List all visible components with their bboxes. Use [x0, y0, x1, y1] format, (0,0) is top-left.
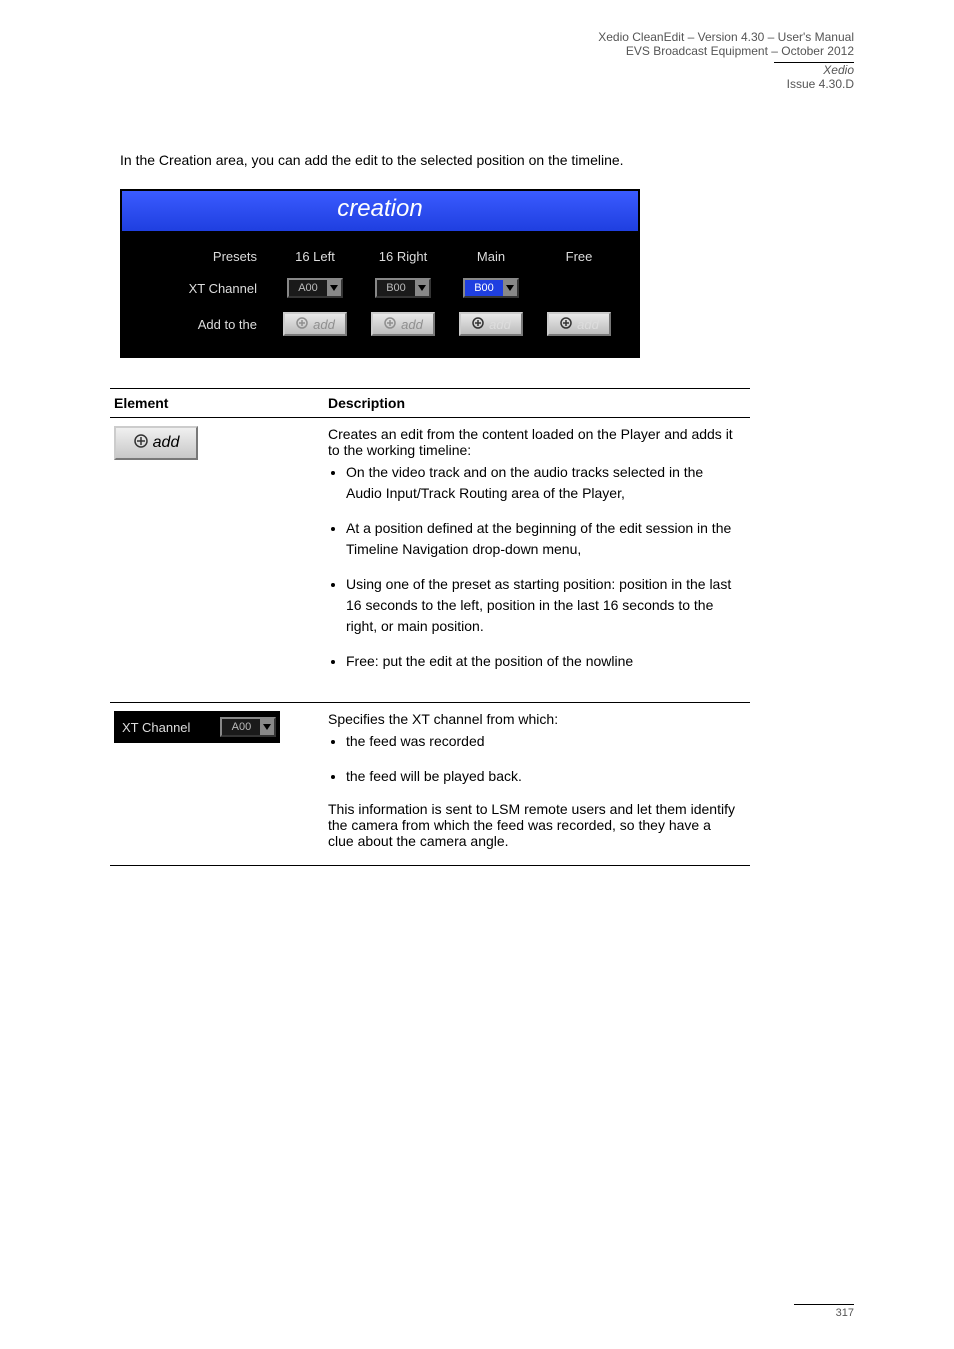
row-label-addto: Add to the [132, 317, 267, 332]
header-line1: Xedio CleanEdit – Version 4.30 – User's … [598, 30, 854, 44]
page-header: Xedio CleanEdit – Version 4.30 – User's … [598, 30, 854, 91]
xt-channel-sample-dropdown: A00 [220, 717, 276, 737]
add-button-3[interactable]: add [547, 312, 611, 336]
xt-channel-sample: XT Channel A00 [114, 711, 280, 743]
col-header-1: 16 Right [363, 249, 443, 264]
chevron-down-icon [327, 280, 341, 296]
table-head-description: Description [324, 389, 750, 418]
add-button-sample: add [114, 426, 198, 460]
col-header-2: Main [451, 249, 531, 264]
chevron-down-icon [415, 280, 429, 296]
row-xt-intro: Specifies the XT channel from which: [328, 711, 740, 727]
col-header-3: Free [539, 249, 619, 264]
table-head-element: Element [110, 389, 324, 418]
xt-channel-dropdown-2[interactable]: B00 [463, 278, 519, 298]
row-add-bullet-2: Using one of the preset as starting posi… [346, 574, 740, 637]
row-label-xtchannel: XT Channel [132, 281, 267, 296]
page-footer: 317 [100, 1304, 854, 1319]
row-xt-bullet-0: the feed was recorded [346, 731, 740, 752]
description-table: Element Description add Creates an edit … [110, 388, 750, 866]
intro-paragraph: In the Creation area, you can add the ed… [120, 150, 740, 171]
add-button-1[interactable]: add [371, 312, 435, 336]
table-row-xtchannel: XT Channel A00 Specifies the XT channel … [110, 703, 750, 866]
panel-title: creation [122, 191, 638, 231]
row-add-intro: Creates an edit from the content loaded … [328, 426, 740, 458]
plus-icon [383, 316, 397, 333]
row-xt-bullet-1: the feed will be played back. [346, 766, 740, 787]
header-line2: EVS Broadcast Equipment – October 2012 [598, 44, 854, 58]
chevron-down-icon [260, 719, 274, 735]
page: Xedio CleanEdit – Version 4.30 – User's … [0, 0, 954, 1349]
plus-icon [133, 433, 149, 454]
row-add-bullet-3: Free: put the edit at the position of th… [346, 651, 740, 672]
header-product: Xedio [598, 63, 854, 77]
plus-icon [295, 316, 309, 333]
table-row-add: add Creates an edit from the content loa… [110, 418, 750, 703]
xt-channel-dropdown-1[interactable]: B00 [375, 278, 431, 298]
row-xt-outro: This information is sent to LSM remote u… [328, 801, 740, 849]
add-button-2[interactable]: add [459, 312, 523, 336]
page-number: 317 [794, 1304, 854, 1319]
add-button-0[interactable]: add [283, 312, 347, 336]
row-label-presets: Presets [132, 249, 267, 264]
col-header-0: 16 Left [275, 249, 355, 264]
creation-panel: creation Presets 16 Left 16 Right Main F… [120, 189, 640, 358]
plus-icon [471, 316, 485, 333]
xt-channel-dropdown-0[interactable]: A00 [287, 278, 343, 298]
row-add-bullet-1: At a position defined at the beginning o… [346, 518, 740, 560]
header-issue: Issue 4.30.D [598, 77, 854, 91]
plus-icon [559, 316, 573, 333]
chevron-down-icon [503, 280, 517, 296]
row-add-bullet-0: On the video track and on the audio trac… [346, 462, 740, 504]
